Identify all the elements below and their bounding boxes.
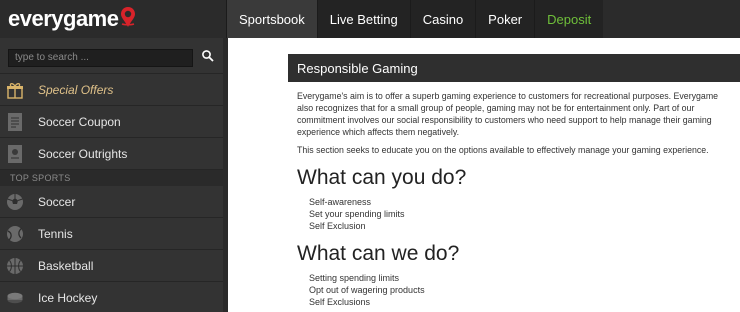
sidebar-item-label: Basketball: [38, 258, 94, 273]
gift-icon: [0, 74, 30, 106]
sidebar-item-label: Soccer Outrights: [38, 146, 128, 161]
location-pin-icon: [120, 6, 136, 34]
sidebar-item-label: Special Offers: [38, 82, 114, 97]
responsible-gaming-panel: Responsible Gaming Everygame's aim is to…: [288, 54, 740, 312]
hockey-puck-icon: [0, 282, 30, 312]
intro-paragraph-2: This section seeks to educate you on the…: [297, 145, 709, 155]
main-content: Responsible Gaming Everygame's aim is to…: [228, 38, 740, 312]
main-nav: Sportsbook Live Betting Casino Poker Dep…: [226, 0, 604, 38]
section-label-top-sports: TOP SPORTS: [0, 170, 223, 186]
list-item: Self-awareness: [309, 197, 372, 207]
sidebar-item-basketball[interactable]: Basketball: [0, 250, 223, 282]
nav-deposit[interactable]: Deposit: [534, 0, 604, 38]
sidebar-item-label: Soccer: [38, 194, 76, 209]
list-item: Setting spending limits: [309, 273, 400, 283]
sidebar-item-soccer-coupon[interactable]: Soccer Coupon: [0, 106, 223, 138]
panel-body: Everygame's aim is to offer a superb gam…: [288, 82, 740, 312]
search-input[interactable]: [8, 48, 193, 67]
sidebar-item-label: Tennis: [38, 226, 73, 241]
sidebar-item-label: Soccer Coupon: [38, 114, 121, 129]
list-item: Self Exclusion: [309, 221, 366, 231]
basketball-icon: [0, 250, 30, 282]
nav-sportsbook[interactable]: Sportsbook: [226, 0, 317, 38]
sidebar-item-soccer-outrights[interactable]: Soccer Outrights: [0, 138, 223, 170]
logo-text: everygame: [8, 6, 119, 31]
sidebar-item-soccer[interactable]: Soccer: [0, 186, 223, 218]
list-item: Opt out of wagering products: [309, 285, 425, 295]
tennis-ball-icon: [0, 218, 30, 250]
heading-what-can-you-do: What can you do?: [297, 166, 467, 189]
soccer-ball-icon: [0, 186, 30, 218]
everygame-logo[interactable]: everygame: [8, 0, 136, 38]
list-item: Self Exclusions: [309, 297, 371, 307]
sidebar: Special Offers Soccer Coupon Soccer Outr…: [0, 38, 223, 312]
top-header: everygame Sportsbook Live Betting Casino…: [0, 0, 740, 38]
heading-what-can-we-do: What can we do?: [297, 242, 460, 265]
nav-poker[interactable]: Poker: [475, 0, 535, 38]
sidebar-item-label: Ice Hockey: [38, 290, 98, 305]
list-item: Set your spending limits: [309, 209, 405, 219]
nav-live-betting[interactable]: Live Betting: [316, 0, 410, 38]
search-icon[interactable]: [201, 49, 215, 63]
panel-title: Responsible Gaming: [288, 54, 740, 82]
outrights-icon: [0, 138, 30, 170]
sidebar-item-special-offers[interactable]: Special Offers: [0, 74, 223, 106]
sidebar-item-ice-hockey[interactable]: Ice Hockey: [0, 282, 223, 312]
intro-paragraph: Everygame's aim is to offer a superb gam…: [297, 91, 719, 137]
coupon-icon: [0, 106, 30, 138]
nav-casino[interactable]: Casino: [409, 0, 476, 38]
search-row: [0, 38, 223, 74]
sidebar-item-tennis[interactable]: Tennis: [0, 218, 223, 250]
